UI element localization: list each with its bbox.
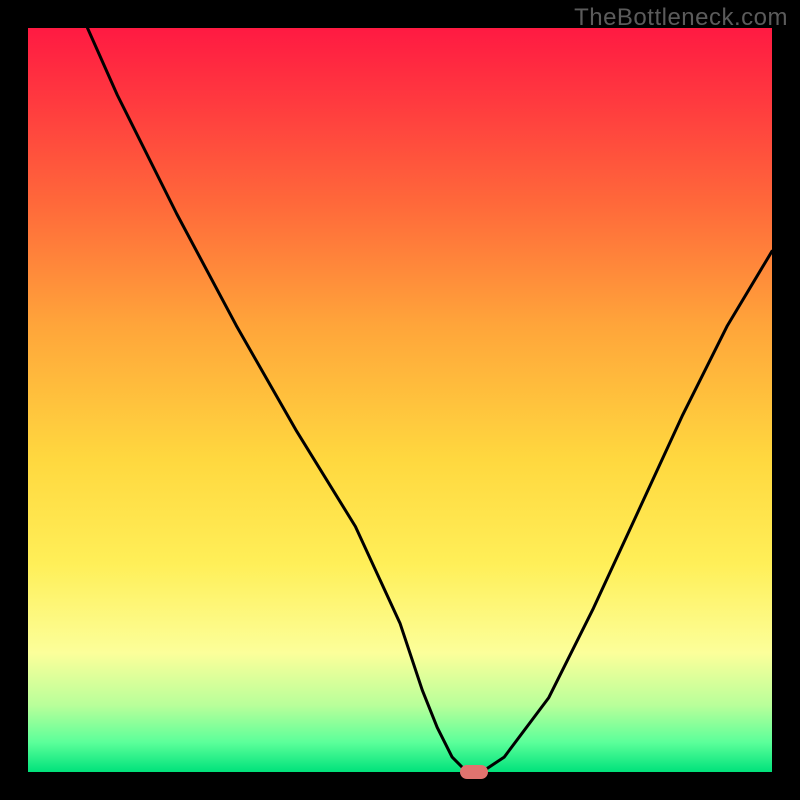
plot-area — [28, 28, 772, 772]
chart-frame: TheBottleneck.com — [0, 0, 800, 800]
watermark-text: TheBottleneck.com — [574, 4, 788, 32]
curve-path — [88, 28, 773, 772]
optimal-marker — [460, 765, 488, 779]
bottleneck-curve — [28, 28, 772, 772]
